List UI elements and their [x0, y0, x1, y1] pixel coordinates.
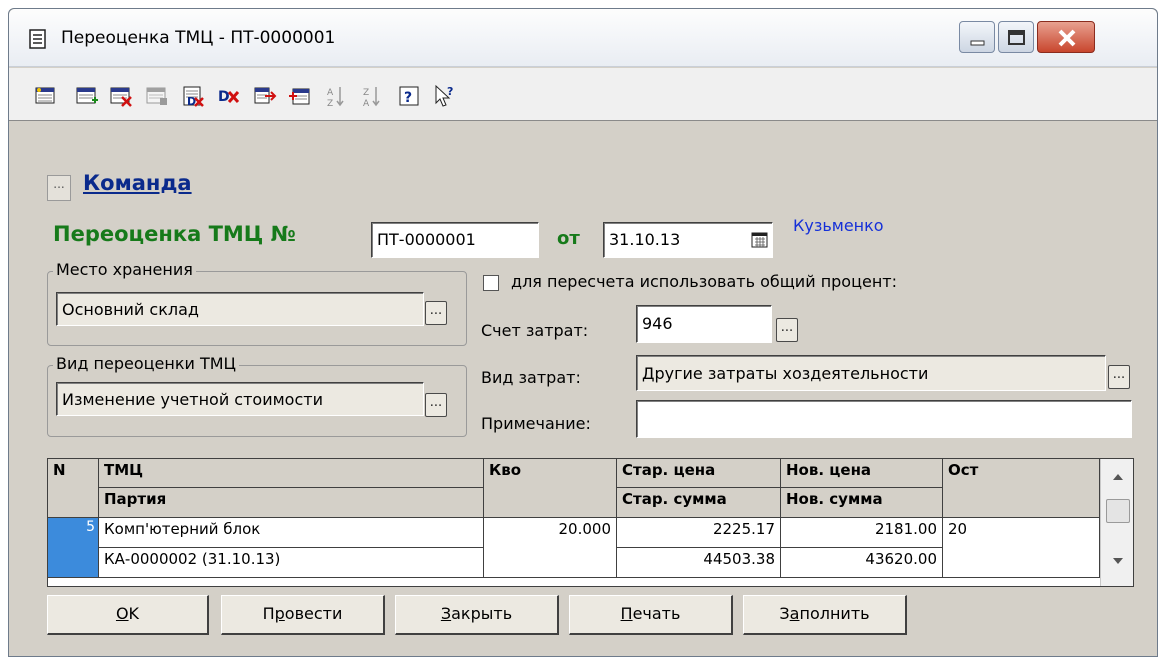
cost-account-label: Счет затрат:	[481, 321, 589, 340]
maximize-button[interactable]	[998, 21, 1034, 53]
post-button[interactable]: Провести	[221, 595, 385, 635]
minimize-icon	[970, 40, 985, 46]
sort-asc-icon[interactable]: AZ	[325, 84, 349, 108]
column-header-old-sum[interactable]: Стар. сумма	[617, 488, 781, 518]
scroll-up-icon[interactable]	[1112, 473, 1124, 481]
items-table[interactable]: N ТМЦ Партия Кво Стар. цена Стар. сумма …	[47, 458, 1134, 587]
table-cell-old-sum[interactable]: 44503.38	[617, 548, 781, 578]
print-button[interactable]: Печать	[569, 595, 733, 635]
doc-number-field[interactable]: ПТ-0000001	[371, 222, 539, 258]
revaluation-type-select-button[interactable]: ...	[425, 393, 447, 417]
edit-row-icon[interactable]	[145, 84, 169, 108]
cost-account-field[interactable]: 946	[636, 305, 772, 343]
doc-type-label: Переоценка ТМЦ №	[53, 222, 296, 246]
command-dots-button[interactable]: ...	[47, 175, 71, 201]
svg-text:Z: Z	[327, 99, 333, 108]
command-link[interactable]: Команда	[83, 171, 192, 195]
doc-date-field[interactable]: 31.10.13	[603, 222, 773, 258]
scroll-down-icon[interactable]	[1112, 557, 1124, 565]
note-label: Примечание:	[481, 414, 591, 433]
column-header-n[interactable]: N	[48, 459, 99, 518]
table-cell-old-price[interactable]: 2225.17	[617, 518, 781, 548]
calendar-icon[interactable]	[751, 231, 769, 249]
divider	[9, 120, 1157, 121]
table-cell-batch[interactable]: КА-0000002 (31.10.13)	[99, 548, 484, 578]
window-title: Переоценка ТМЦ - ПТ-0000001	[61, 28, 336, 48]
table-cell-rest[interactable]: 20	[943, 518, 1100, 578]
table-cell-new-sum[interactable]: 43620.00	[781, 548, 943, 578]
column-header-batch[interactable]: Партия	[99, 488, 484, 518]
close-window-button[interactable]	[1037, 21, 1095, 53]
revaluation-type-field[interactable]: Изменение учетной стоимости	[56, 382, 424, 416]
cost-type-field[interactable]: Другие затраты хоздеятельности	[636, 355, 1106, 391]
insert-row-icon[interactable]	[289, 84, 313, 108]
close-icon	[1058, 29, 1076, 47]
delete-row-icon[interactable]	[109, 84, 133, 108]
ok-button[interactable]: OK	[47, 595, 209, 635]
author-label: Кузьменко	[793, 216, 884, 235]
document-window: Переоценка ТМЦ - ПТ-0000001 D D AZ ZA ? …	[8, 8, 1158, 657]
table-cell-qty[interactable]: 20.000	[484, 518, 617, 578]
move-row-icon[interactable]	[253, 84, 277, 108]
table-cell-item[interactable]: Комп'ютерний блок	[99, 518, 484, 548]
maximize-icon	[1008, 30, 1025, 45]
column-header-new-price[interactable]: Нов. цена	[781, 459, 943, 488]
cost-account-select-button[interactable]: ...	[776, 318, 798, 342]
column-header-item[interactable]: ТМЦ	[99, 459, 484, 488]
svg-text:D: D	[187, 95, 196, 108]
delete-mark-icon[interactable]: D	[181, 84, 205, 108]
toolbar: D D AZ ZA ? ?	[9, 68, 1157, 120]
help-icon[interactable]: ?	[397, 84, 421, 108]
table-row-number[interactable]: 5	[48, 518, 99, 578]
svg-text:?: ?	[447, 85, 453, 98]
storage-field[interactable]: Основний склад	[56, 292, 424, 326]
context-help-icon[interactable]: ?	[433, 84, 457, 108]
vertical-scrollbar[interactable]	[1100, 459, 1133, 586]
minimize-button[interactable]	[959, 21, 995, 53]
use-percent-label: для пересчета использовать общий процент…	[511, 272, 897, 291]
svg-text:Z: Z	[363, 88, 369, 98]
column-header-old-price[interactable]: Стар. цена	[617, 459, 781, 488]
delete-icon[interactable]: D	[217, 84, 241, 108]
fill-button[interactable]: Заполнить	[743, 595, 907, 635]
copy-row-icon[interactable]	[75, 84, 99, 108]
svg-text:?: ?	[404, 90, 412, 106]
column-header-new-sum[interactable]: Нов. сумма	[781, 488, 943, 518]
date-label: от	[557, 228, 580, 249]
doc-date-value: 31.10.13	[609, 230, 681, 249]
close-button[interactable]: Закрыть	[395, 595, 559, 635]
revaluation-type-group-label: Вид переоценки ТМЦ	[53, 354, 239, 373]
scrollbar-thumb[interactable]	[1106, 499, 1130, 523]
table-cell-new-price[interactable]: 2181.00	[781, 518, 943, 548]
cost-type-select-button[interactable]: ...	[1108, 365, 1130, 389]
note-field[interactable]	[636, 400, 1132, 438]
storage-select-button[interactable]: ...	[425, 301, 447, 325]
use-percent-checkbox[interactable]	[483, 275, 499, 291]
svg-text:D: D	[218, 89, 230, 105]
svg-text:A: A	[327, 88, 334, 98]
new-row-icon[interactable]	[34, 84, 58, 108]
column-header-qty[interactable]: Кво	[484, 459, 617, 518]
title-bar[interactable]: Переоценка ТМЦ - ПТ-0000001	[9, 9, 1157, 67]
sort-desc-icon[interactable]: ZA	[361, 84, 385, 108]
document-icon	[29, 29, 46, 49]
storage-group-label: Место хранения	[53, 260, 196, 279]
cost-type-label: Вид затрат:	[481, 368, 581, 387]
column-header-rest[interactable]: Ост	[943, 459, 1100, 518]
svg-text:A: A	[363, 99, 370, 108]
